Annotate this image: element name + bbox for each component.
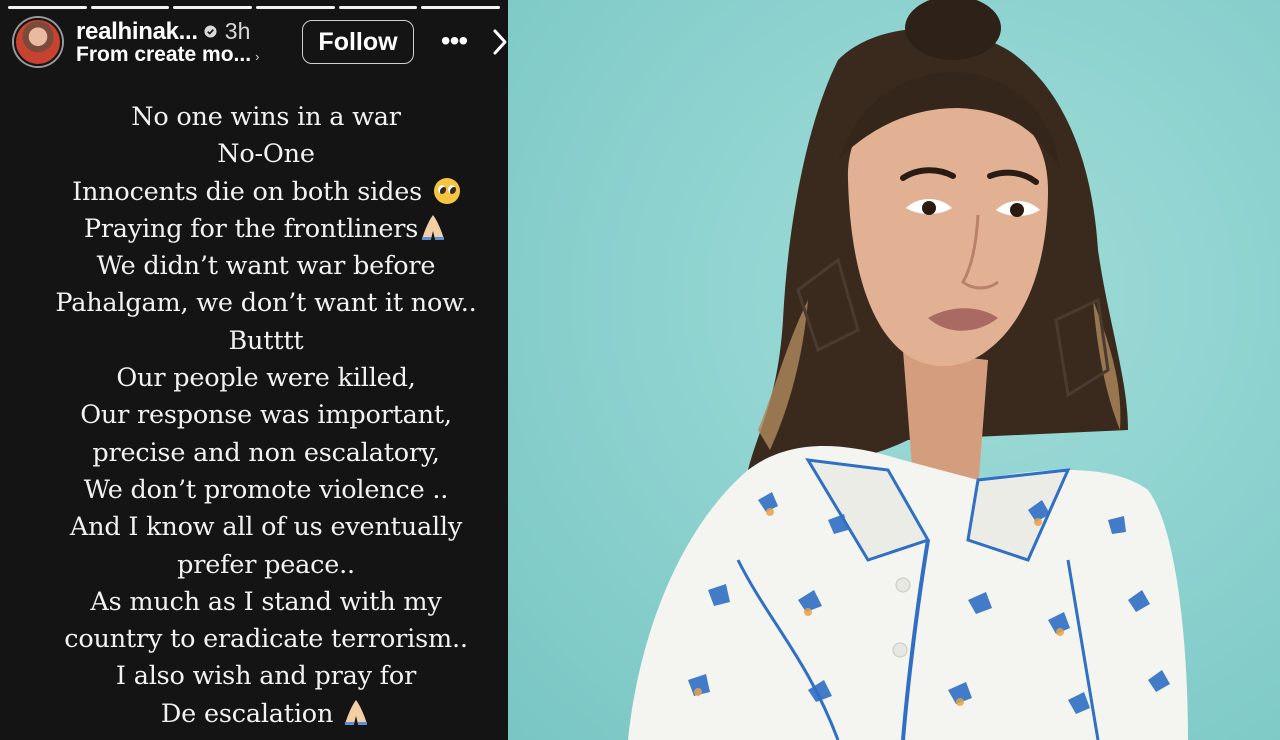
story-subtitle-link[interactable]: From create mo... bbox=[76, 43, 251, 67]
chevron-right-small-icon: › bbox=[255, 49, 260, 64]
story-line: As much as I stand with my bbox=[90, 586, 442, 617]
folded-hands-emoji-icon bbox=[345, 699, 368, 725]
folded-hands-emoji-icon bbox=[422, 214, 445, 240]
story-line: Butttt bbox=[228, 325, 304, 356]
story-line: No-One bbox=[217, 139, 315, 170]
story-text: No one wins in a war No-One Innocents di… bbox=[0, 99, 508, 733]
story-line: We didn’t want war before bbox=[96, 251, 436, 282]
chevron-right-icon[interactable] bbox=[491, 28, 508, 56]
story-line: And I know all of us eventually bbox=[69, 512, 463, 543]
story-line: Our response was important, bbox=[80, 400, 452, 431]
story-line: We don’t promote violence .. bbox=[83, 474, 449, 505]
progress-segment bbox=[256, 6, 335, 9]
follow-button[interactable]: Follow bbox=[302, 20, 414, 64]
story-line: prefer peace.. bbox=[177, 549, 355, 580]
story-panel: realhinak... 3h From create mo... › Foll… bbox=[0, 0, 508, 740]
story-line: Our people were killed, bbox=[116, 363, 416, 394]
woman-portrait-image bbox=[628, 0, 1188, 740]
avatar[interactable] bbox=[14, 18, 62, 66]
story-line: Pahalgam, we don’t want it now.. bbox=[55, 288, 477, 319]
story-header: realhinak... 3h From create mo... › bbox=[14, 14, 508, 70]
progress-segment bbox=[90, 6, 170, 9]
story-line: country to eradicate terrorism.. bbox=[64, 624, 468, 655]
subtitle-row[interactable]: From create mo... › bbox=[76, 43, 292, 67]
more-horizontal-icon[interactable]: ••• bbox=[440, 26, 468, 56]
progress-segment bbox=[421, 6, 501, 9]
portrait-photo bbox=[508, 0, 1280, 740]
story-progress-bars bbox=[8, 6, 501, 9]
verified-badge-icon bbox=[204, 25, 217, 38]
story-line: No one wins in a war bbox=[131, 102, 401, 132]
user-meta: realhinak... 3h From create mo... › bbox=[76, 18, 292, 67]
user-row: realhinak... 3h bbox=[76, 18, 292, 46]
progress-segment bbox=[338, 6, 418, 9]
pleading-face-emoji-icon bbox=[433, 177, 460, 204]
story-line: Innocents die on both sides bbox=[0, 174, 508, 211]
username-link[interactable]: realhinak... bbox=[76, 18, 198, 46]
story-line: De escalation bbox=[0, 696, 508, 733]
story-line: precise and non escalatory, bbox=[92, 437, 440, 468]
story-line: I also wish and pray for bbox=[115, 661, 417, 692]
progress-segment bbox=[173, 6, 253, 9]
story-timestamp: 3h bbox=[224, 18, 251, 44]
story-line: Praying for the frontliners bbox=[0, 211, 508, 248]
progress-segment bbox=[8, 6, 87, 9]
